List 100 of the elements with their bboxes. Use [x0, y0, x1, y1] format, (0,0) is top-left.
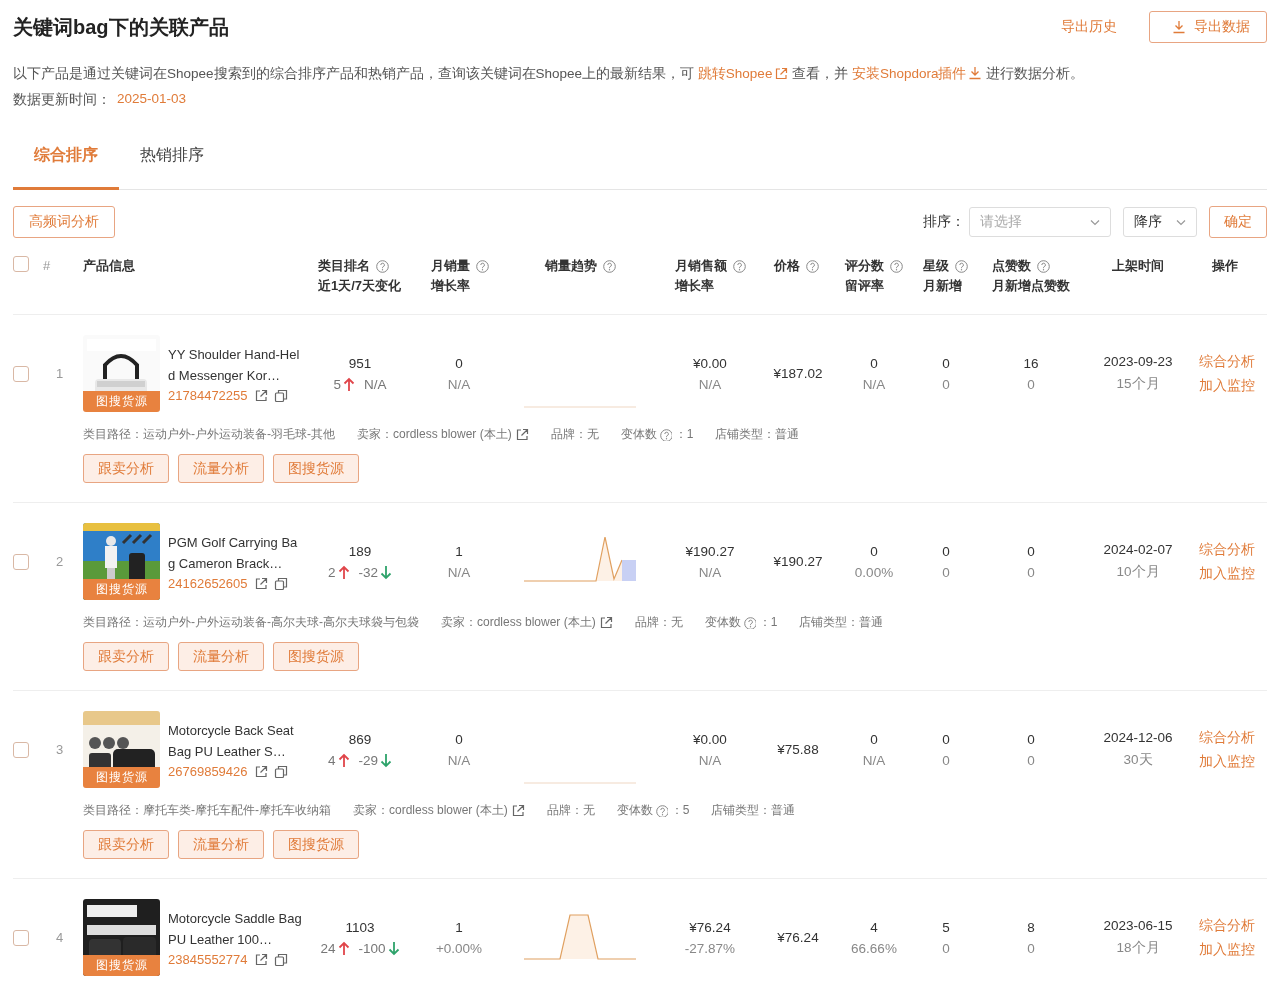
action-link[interactable]: 加入监控: [1199, 940, 1255, 959]
image-search-badge[interactable]: 图搜货源: [83, 767, 160, 788]
help-icon: [659, 428, 672, 441]
monthly-revenue: ¥0.00: [693, 355, 727, 371]
category-rank: 869: [348, 731, 372, 747]
sales-growth: +0.00%: [435, 940, 483, 956]
analysis-button[interactable]: 跟卖分析: [83, 642, 169, 671]
keyword-analysis-button[interactable]: 高频词分析: [13, 206, 115, 238]
rank-change-day: 4: [328, 752, 336, 768]
analysis-button[interactable]: 图搜货源: [273, 454, 359, 483]
shopee-link[interactable]: 跳转Shopee: [697, 66, 789, 81]
caret-icon: [1090, 218, 1100, 226]
column-header: 类目排名: [318, 257, 370, 275]
variants-label: 变体数: [616, 802, 653, 819]
product-title[interactable]: Motorcycle Saddle Bag PU Leather 100…: [168, 908, 302, 950]
action-link[interactable]: 综合分析: [1199, 352, 1255, 371]
download-icon: [968, 66, 983, 80]
help-icon: [655, 804, 668, 817]
order-select[interactable]: 降序: [1123, 207, 1197, 237]
product-id-link[interactable]: 21784472255: [168, 388, 248, 403]
action-link[interactable]: 综合分析: [1199, 540, 1255, 559]
price: ¥190.27: [773, 554, 823, 569]
confirm-button[interactable]: 确定: [1209, 206, 1267, 238]
caret-icon: [1176, 218, 1186, 226]
brand-info: 品牌：无: [634, 614, 683, 631]
listing-age: 18个月: [1116, 939, 1160, 957]
review-count: 0: [870, 543, 878, 559]
product-title[interactable]: Motorcycle Back Seat Bag PU Leather S…: [168, 720, 302, 762]
analysis-button[interactable]: 跟卖分析: [83, 454, 169, 483]
product-id-link[interactable]: 26769859426: [168, 764, 248, 779]
grade-value: 0: [942, 731, 950, 747]
analysis-button[interactable]: 图搜货源: [273, 830, 359, 859]
column-header: 评分数: [845, 257, 884, 275]
analysis-button[interactable]: 图搜货源: [273, 642, 359, 671]
grade-value: 5: [942, 919, 950, 935]
monthly-sales: 1: [455, 919, 463, 935]
action-link[interactable]: 加入监控: [1199, 376, 1255, 395]
rank-change-week: N/A: [364, 376, 387, 392]
sort-tab[interactable]: 热销排序: [119, 131, 225, 190]
row-number: 3: [55, 742, 65, 757]
variants-count: ：5: [670, 802, 690, 819]
column-subheader: 月新增点赞数: [992, 277, 1070, 295]
row-checkbox[interactable]: [13, 365, 29, 382]
revenue-growth: N/A: [698, 376, 722, 392]
external-link-icon: [510, 804, 525, 817]
export-button[interactable]: 导出数据: [1149, 11, 1267, 43]
category-rank: 189: [348, 543, 372, 559]
analysis-button[interactable]: 流量分析: [178, 830, 264, 859]
help-icon: [743, 616, 756, 629]
listing-date: 2024-02-07: [1103, 542, 1173, 557]
external-link-icon: [253, 953, 268, 966]
row-checkbox[interactable]: [13, 553, 29, 570]
export-history-link[interactable]: 导出历史: [1061, 18, 1117, 36]
analysis-button[interactable]: 流量分析: [178, 642, 264, 671]
copy-icon: [273, 576, 288, 591]
category-rank: 951: [348, 355, 372, 371]
product-title[interactable]: YY Shoulder Hand-Held Messenger Kor…: [168, 344, 302, 386]
column-subheader: 增长率: [675, 277, 714, 295]
external-link-icon: [253, 577, 268, 590]
product-title[interactable]: PGM Golf Carrying Bag Cameron Brack…: [168, 532, 302, 574]
action-link[interactable]: 综合分析: [1199, 728, 1255, 747]
select-all-checkbox[interactable]: [13, 256, 29, 272]
action-link[interactable]: 综合分析: [1199, 916, 1255, 935]
image-search-badge[interactable]: 图搜货源: [83, 579, 160, 600]
analysis-button[interactable]: 流量分析: [178, 454, 264, 483]
sales-growth: N/A: [447, 752, 471, 768]
like-count: 0: [1027, 731, 1035, 747]
rank-change-day: 24: [320, 940, 336, 956]
column-header: 星级: [923, 257, 949, 275]
like-count: 0: [1027, 543, 1035, 559]
revenue-growth: N/A: [698, 752, 722, 768]
image-search-badge[interactable]: 图搜货源: [83, 391, 160, 412]
sort-select[interactable]: 请选择: [969, 207, 1111, 237]
action-link[interactable]: 加入监控: [1199, 564, 1255, 583]
review-rate: N/A: [862, 376, 886, 392]
copy-icon: [273, 952, 288, 967]
product-id-link[interactable]: 23845552774: [168, 952, 248, 967]
likes-monthly-new: 0: [1027, 752, 1035, 768]
star-monthly-new: 0: [942, 376, 950, 392]
review-rate: 0.00%: [854, 564, 894, 580]
install-plugin-link[interactable]: 安装Shopdora插件: [851, 66, 983, 81]
column-subheader: 增长率: [431, 277, 470, 295]
row-number: 2: [55, 554, 65, 569]
action-link[interactable]: 加入监控: [1199, 752, 1255, 771]
revenue-growth: -27.87%: [684, 940, 736, 956]
download-icon: [1172, 20, 1186, 34]
like-count: 16: [1023, 355, 1039, 371]
row-checkbox[interactable]: [13, 929, 29, 946]
variants-label: 变体数: [704, 614, 741, 631]
image-search-badge[interactable]: 图搜货源: [83, 955, 160, 976]
sales-growth: N/A: [447, 376, 471, 392]
shop-type: 店铺类型：普通: [711, 802, 796, 819]
row-checkbox[interactable]: [13, 741, 29, 758]
product-id-link[interactable]: 24162652605: [168, 576, 248, 591]
rank-change-week: -100: [358, 940, 386, 956]
update-date: 2025-01-03: [117, 91, 187, 108]
seller-info: 卖家：cordless blower (本土): [357, 426, 512, 443]
column-header: 月销量: [431, 257, 470, 275]
analysis-button[interactable]: 跟卖分析: [83, 830, 169, 859]
sort-tab[interactable]: 综合排序: [13, 131, 119, 190]
